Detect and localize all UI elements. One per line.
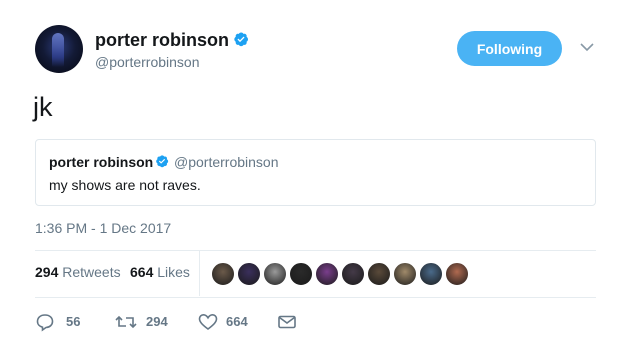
like-count: 664 bbox=[226, 314, 248, 329]
likes-label: Likes bbox=[157, 264, 190, 280]
reply-count: 56 bbox=[66, 314, 81, 329]
liker-avatar[interactable] bbox=[419, 262, 443, 286]
likes-count: 664 bbox=[130, 264, 154, 280]
tweet-text: jk bbox=[33, 92, 53, 122]
tweet-timestamp[interactable]: 1:36 PM - 1 Dec 2017 bbox=[35, 220, 171, 236]
retweet-button[interactable]: 294 bbox=[115, 312, 195, 332]
likes-stat[interactable]: 664 Likes bbox=[130, 264, 190, 280]
following-button[interactable]: Following bbox=[457, 31, 562, 66]
reply-button[interactable]: 56 bbox=[35, 312, 95, 332]
retweet-count: 294 bbox=[146, 314, 168, 329]
retweets-count: 294 bbox=[35, 264, 59, 280]
verified-badge-icon bbox=[234, 32, 248, 47]
direct-message-button[interactable] bbox=[277, 312, 297, 332]
quoted-author-handle: @porterrobinson bbox=[174, 154, 279, 170]
liker-avatar[interactable] bbox=[341, 262, 365, 286]
verified-badge-icon bbox=[156, 155, 169, 168]
retweets-stat[interactable]: 294 Retweets bbox=[35, 264, 121, 280]
divider bbox=[35, 250, 596, 251]
quoted-author-name: porter robinson bbox=[49, 154, 154, 170]
retweets-label: Retweets bbox=[62, 264, 121, 280]
chevron-down-icon[interactable] bbox=[580, 42, 594, 52]
liker-avatar[interactable] bbox=[445, 262, 469, 286]
avatar[interactable] bbox=[35, 25, 83, 73]
divider bbox=[35, 297, 596, 298]
liker-avatar[interactable] bbox=[393, 262, 417, 286]
divider bbox=[199, 251, 200, 296]
liker-avatar[interactable] bbox=[237, 262, 261, 286]
quoted-tweet-text: my shows are not raves. bbox=[49, 177, 201, 193]
liker-avatar[interactable] bbox=[289, 262, 313, 286]
retweet-icon bbox=[115, 315, 137, 329]
liker-avatar[interactable] bbox=[263, 262, 287, 286]
like-button[interactable]: 664 bbox=[198, 312, 278, 332]
quoted-tweet[interactable]: porter robinson @porterrobinson my shows… bbox=[35, 139, 596, 206]
author-name[interactable]: porter robinson bbox=[95, 29, 229, 51]
reply-icon bbox=[36, 314, 54, 332]
envelope-icon bbox=[278, 315, 296, 329]
heart-icon bbox=[198, 313, 218, 331]
author-handle[interactable]: @porterrobinson bbox=[95, 53, 200, 71]
liker-avatar[interactable] bbox=[211, 262, 235, 286]
liker-avatar[interactable] bbox=[315, 262, 339, 286]
liker-avatar[interactable] bbox=[367, 262, 391, 286]
